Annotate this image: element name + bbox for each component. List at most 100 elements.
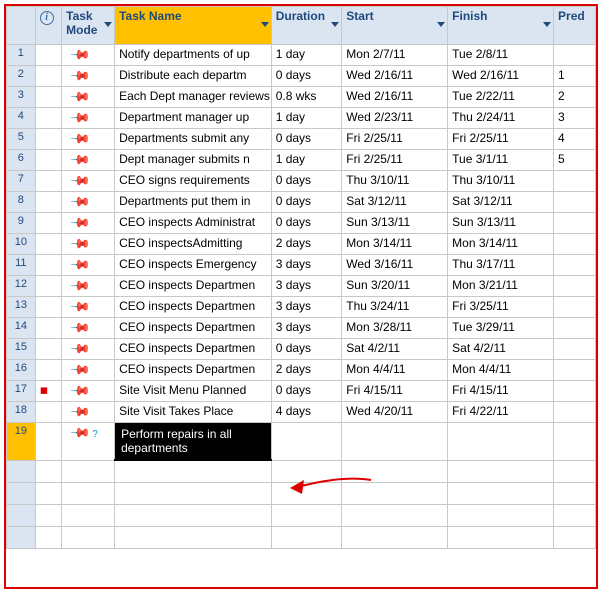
pred-cell[interactable] — [554, 192, 596, 213]
row-num[interactable] — [7, 460, 36, 482]
task-name-cell[interactable]: Distribute each departm — [115, 66, 272, 87]
task-mode-cell[interactable]: 📌 — [62, 360, 115, 381]
duration-cell[interactable]: 3 days — [271, 255, 342, 276]
finish-cell[interactable]: Sat 4/2/11 — [448, 339, 554, 360]
finish-cell[interactable] — [448, 423, 554, 461]
table-row[interactable]: 8📌Departments put them in0 daysSat 3/12/… — [7, 192, 596, 213]
duration-cell[interactable]: 0 days — [271, 213, 342, 234]
task-name-cell[interactable]: CEO inspects Administrat — [115, 213, 272, 234]
start-cell[interactable]: Thu 3/10/11 — [342, 171, 448, 192]
pred-cell[interactable] — [554, 255, 596, 276]
pred-cell[interactable] — [554, 234, 596, 255]
indicator-cell[interactable] — [35, 87, 61, 108]
table-row[interactable]: 15📌CEO inspects Departmen0 daysSat 4/2/1… — [7, 339, 596, 360]
table-row[interactable]: 12📌CEO inspects Departmen3 daysSun 3/20/… — [7, 276, 596, 297]
finish-cell[interactable]: Sat 3/12/11 — [448, 192, 554, 213]
task-mode-cell[interactable]: 📌 — [62, 276, 115, 297]
finish-cell[interactable]: Sun 3/13/11 — [448, 213, 554, 234]
pred-cell[interactable] — [554, 213, 596, 234]
row-num[interactable]: 7 — [7, 171, 36, 192]
finish-cell[interactable]: Tue 3/29/11 — [448, 318, 554, 339]
row-num[interactable] — [7, 526, 36, 548]
start-cell[interactable]: Thu 3/24/11 — [342, 297, 448, 318]
row-num[interactable]: 6 — [7, 150, 36, 171]
row-num[interactable]: 4 — [7, 108, 36, 129]
row-num[interactable]: 13 — [7, 297, 36, 318]
task-mode-cell[interactable]: 📌? — [62, 423, 115, 461]
row-num[interactable]: 9 — [7, 213, 36, 234]
task-mode-cell[interactable]: 📌 — [62, 171, 115, 192]
table-row[interactable]: 17◆📌Site Visit Menu Planned0 daysFri 4/1… — [7, 381, 596, 402]
pred-cell[interactable] — [554, 402, 596, 423]
task-mode-cell[interactable]: 📌 — [62, 87, 115, 108]
duration-cell[interactable]: 0 days — [271, 66, 342, 87]
header-task-mode[interactable]: Task Mode — [62, 7, 115, 45]
row-num[interactable]: 3 — [7, 87, 36, 108]
header-task-name[interactable]: Task Name — [115, 7, 272, 45]
table-row[interactable]: 11📌CEO inspects Emergency3 daysWed 3/16/… — [7, 255, 596, 276]
start-cell[interactable] — [342, 423, 448, 461]
indicator-cell[interactable] — [35, 297, 61, 318]
indicator-cell[interactable] — [35, 255, 61, 276]
indicator-cell[interactable] — [35, 318, 61, 339]
start-cell[interactable]: Sun 3/13/11 — [342, 213, 448, 234]
table-row-empty[interactable] — [7, 504, 596, 526]
task-mode-cell[interactable]: 📌 — [62, 45, 115, 66]
task-name-cell[interactable]: Dept manager submits n — [115, 150, 272, 171]
duration-cell[interactable]: 0.8 wks — [271, 87, 342, 108]
task-mode-cell[interactable]: 📌 — [62, 255, 115, 276]
start-cell[interactable]: Sat 4/2/11 — [342, 339, 448, 360]
start-cell[interactable]: Sun 3/20/11 — [342, 276, 448, 297]
table-row[interactable]: 5📌Departments submit any0 daysFri 2/25/1… — [7, 129, 596, 150]
pred-cell[interactable] — [554, 45, 596, 66]
finish-cell[interactable]: Mon 3/14/11 — [448, 234, 554, 255]
row-num[interactable]: 5 — [7, 129, 36, 150]
finish-cell[interactable]: Tue 2/8/11 — [448, 45, 554, 66]
row-num[interactable] — [7, 504, 36, 526]
duration-cell[interactable] — [271, 423, 342, 461]
row-num[interactable]: 17 — [7, 381, 36, 402]
duration-cell[interactable]: 2 days — [271, 360, 342, 381]
duration-cell[interactable]: 3 days — [271, 318, 342, 339]
row-num[interactable]: 14 — [7, 318, 36, 339]
duration-cell[interactable]: 0 days — [271, 192, 342, 213]
task-mode-cell[interactable]: 📌 — [62, 213, 115, 234]
row-num[interactable]: 2 — [7, 66, 36, 87]
finish-cell[interactable]: Thu 2/24/11 — [448, 108, 554, 129]
indicator-cell[interactable] — [35, 150, 61, 171]
duration-cell[interactable]: 3 days — [271, 297, 342, 318]
table-row[interactable]: 7📌CEO signs requirements0 daysThu 3/10/1… — [7, 171, 596, 192]
task-name-cell[interactable]: CEO inspectsAdmitting — [115, 234, 272, 255]
task-name-cell[interactable]: CEO inspects Departmen — [115, 318, 272, 339]
table-row[interactable]: 9📌CEO inspects Administrat0 daysSun 3/13… — [7, 213, 596, 234]
task-name-cell[interactable]: Notify departments of up — [115, 45, 272, 66]
finish-cell[interactable]: Fri 3/25/11 — [448, 297, 554, 318]
indicator-cell[interactable] — [35, 45, 61, 66]
pred-cell[interactable] — [554, 276, 596, 297]
row-num[interactable]: 1 — [7, 45, 36, 66]
chevron-down-icon[interactable] — [437, 22, 445, 27]
pred-cell[interactable]: 5 — [554, 150, 596, 171]
indicator-cell[interactable] — [35, 66, 61, 87]
task-name-editing[interactable]: Perform repairs in all departments — [115, 423, 272, 461]
start-cell[interactable]: Wed 3/16/11 — [342, 255, 448, 276]
duration-cell[interactable]: 0 days — [271, 129, 342, 150]
indicator-cell[interactable] — [35, 276, 61, 297]
pred-cell[interactable] — [554, 339, 596, 360]
task-name-cell[interactable]: Department manager up — [115, 108, 272, 129]
row-num[interactable]: 10 — [7, 234, 36, 255]
indicator-cell[interactable] — [35, 213, 61, 234]
row-num[interactable]: 15 — [7, 339, 36, 360]
duration-cell[interactable]: 1 day — [271, 108, 342, 129]
duration-cell[interactable]: 0 days — [271, 339, 342, 360]
task-name-cell[interactable]: CEO inspects Departmen — [115, 360, 272, 381]
start-cell[interactable]: Sat 3/12/11 — [342, 192, 448, 213]
header-start[interactable]: Start — [342, 7, 448, 45]
chevron-down-icon[interactable] — [261, 22, 269, 27]
task-mode-cell[interactable]: 📌 — [62, 129, 115, 150]
task-name-cell[interactable]: Departments submit any — [115, 129, 272, 150]
task-mode-cell[interactable]: 📌 — [62, 192, 115, 213]
chevron-down-icon[interactable] — [331, 22, 339, 27]
row-num[interactable]: 16 — [7, 360, 36, 381]
table-row[interactable]: 13📌CEO inspects Departmen3 daysThu 3/24/… — [7, 297, 596, 318]
